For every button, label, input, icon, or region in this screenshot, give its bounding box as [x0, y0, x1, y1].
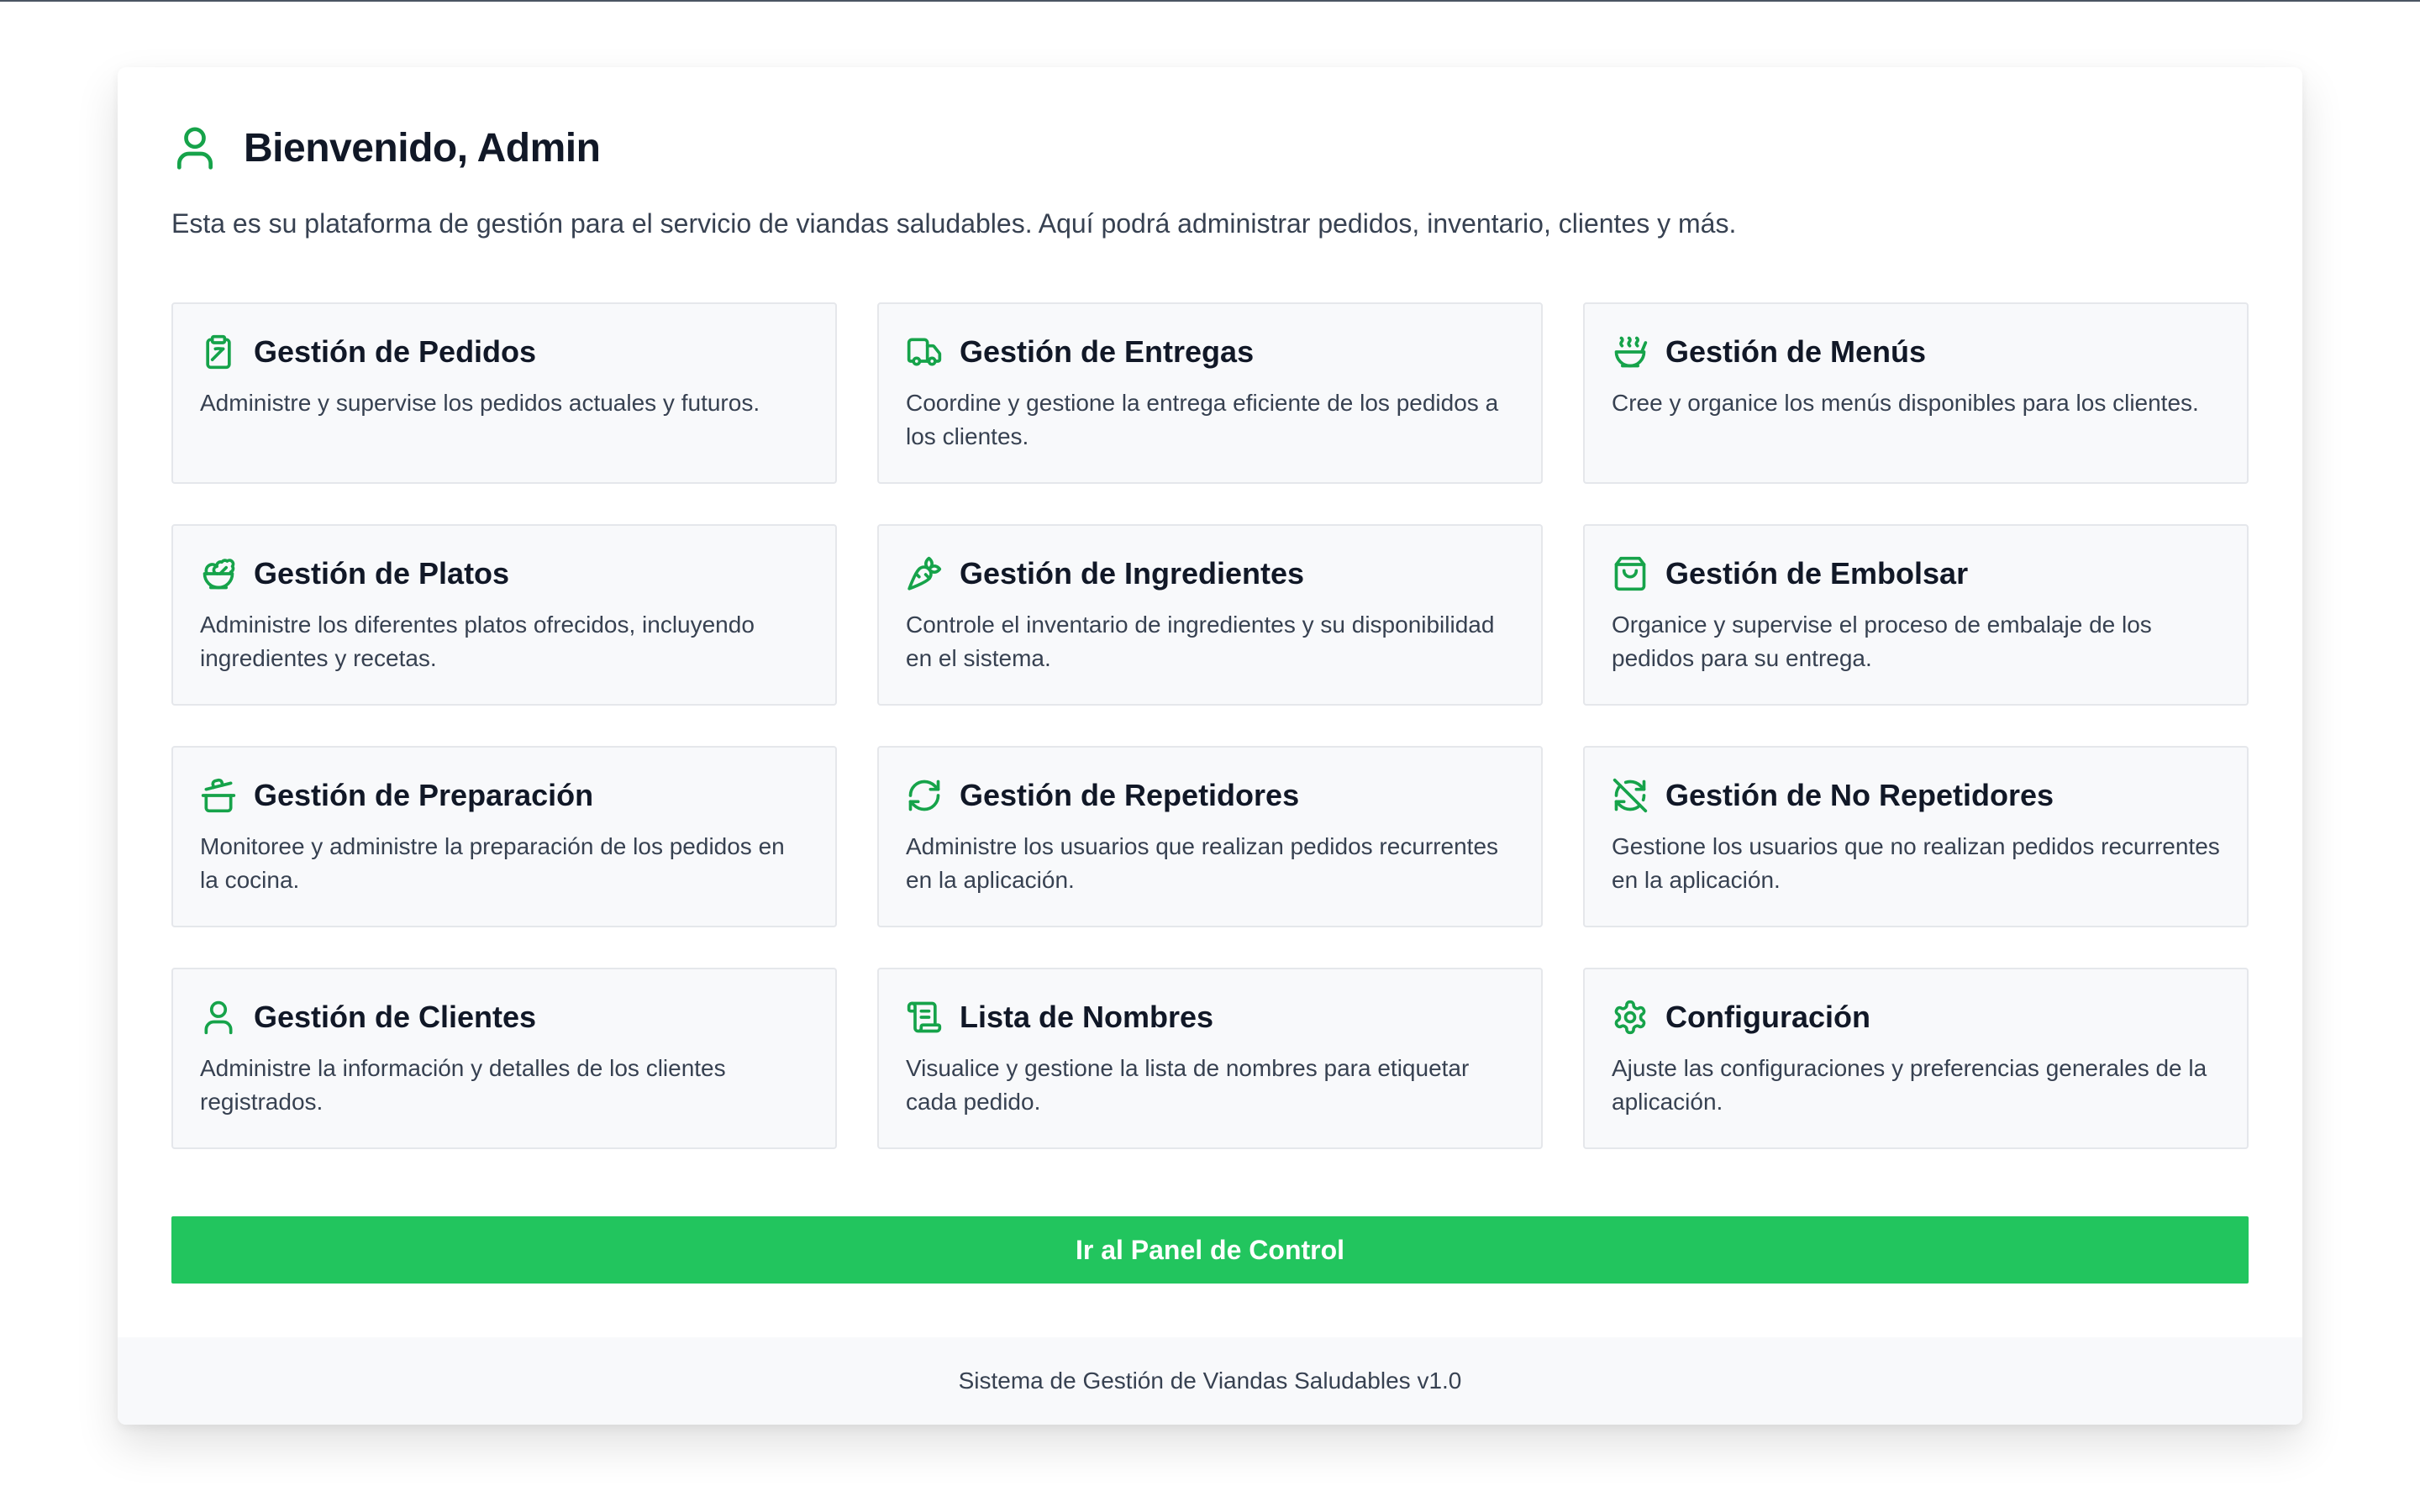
card-gestion-pedidos[interactable]: Gestión de Pedidos Administre y supervis…	[171, 302, 837, 484]
card-lista-nombres[interactable]: Lista de Nombres Visualice y gestione la…	[877, 968, 1543, 1149]
card-gestion-preparacion[interactable]: Gestión de Preparación Monitoree y admin…	[171, 746, 837, 927]
card-gestion-platos[interactable]: Gestión de Platos Administre los diferen…	[171, 524, 837, 706]
card-gestion-repetidores[interactable]: Gestión de Repetidores Administre los us…	[877, 746, 1543, 927]
intro-text: Esta es su plataforma de gestión para el…	[171, 208, 1737, 239]
card-description: Monitoree y administre la preparación de…	[200, 833, 785, 893]
card-title: Gestión de Repetidores	[960, 778, 1300, 812]
card-title: Gestión de Preparación	[254, 778, 594, 812]
card-title: Gestión de Clientes	[254, 1000, 537, 1034]
cooking-pot-icon	[200, 777, 237, 814]
user-icon	[171, 124, 218, 171]
card-header: Gestión de Repetidores	[906, 773, 1514, 818]
card-title: Gestión de Menús	[1665, 334, 1927, 369]
card-title: Configuración	[1665, 1000, 1870, 1034]
card-description: Organice y supervise el proceso de embal…	[1612, 612, 2152, 671]
card-description: Administre la información y detalles de …	[200, 1055, 726, 1115]
card-gestion-embolsar[interactable]: Gestión de Embolsar Organice y supervise…	[1583, 524, 2249, 706]
card-title: Gestión de Entregas	[960, 334, 1255, 369]
top-border	[0, 0, 2420, 2]
card-header: Gestión de Pedidos	[200, 329, 808, 375]
truck-icon	[906, 333, 943, 370]
card-header: Gestión de Clientes	[200, 995, 808, 1040]
refresh-off-icon	[1612, 777, 1649, 814]
card-title: Gestión de Embolsar	[1665, 556, 1969, 591]
card-header: Gestión de Ingredientes	[906, 551, 1514, 596]
card-configuracion[interactable]: Configuración Ajuste las configuraciones…	[1583, 968, 2249, 1149]
carrot-icon	[906, 555, 943, 592]
card-description: Visualice y gestione la lista de nombres…	[906, 1055, 1470, 1115]
card-description: Administre y supervise los pedidos actua…	[200, 390, 760, 416]
card-title: Gestión de Platos	[254, 556, 510, 591]
card-gestion-menus[interactable]: Gestión de Menús Cree y organice los men…	[1583, 302, 2249, 484]
soup-icon	[1612, 333, 1649, 370]
card-gestion-no-repetidores[interactable]: Gestión de No Repetidores Gestione los u…	[1583, 746, 2249, 927]
card-description: Ajuste las configuraciones y preferencia…	[1612, 1055, 2207, 1115]
module-grid: Gestión de Pedidos Administre y supervis…	[171, 302, 2249, 1149]
salad-icon	[200, 555, 237, 592]
shopping-bag-icon	[1612, 555, 1649, 592]
card-title: Gestión de Pedidos	[254, 334, 537, 369]
card-description: Administre los usuarios que realizan ped…	[906, 833, 1499, 893]
card-title: Lista de Nombres	[960, 1000, 1214, 1034]
card-description: Cree y organice los menús disponibles pa…	[1612, 390, 2199, 416]
card-title: Gestión de Ingredientes	[960, 556, 1305, 591]
refresh-icon	[906, 777, 943, 814]
page-title: Bienvenido, Admin	[244, 125, 601, 171]
card-header: Gestión de Platos	[200, 551, 808, 596]
footer: Sistema de Gestión de Viandas Saludables…	[118, 1337, 2302, 1425]
card-gestion-ingredientes[interactable]: Gestión de Ingredientes Controle el inve…	[877, 524, 1543, 706]
go-to-dashboard-button[interactable]: Ir al Panel de Control	[171, 1216, 2249, 1284]
card-header: Gestión de Entregas	[906, 329, 1514, 375]
card-header: Lista de Nombres	[906, 995, 1514, 1040]
scroll-text-icon	[906, 999, 943, 1036]
page-header: Bienvenido, Admin	[171, 116, 601, 180]
user-icon	[200, 999, 237, 1036]
card-gestion-clientes[interactable]: Gestión de Clientes Administre la inform…	[171, 968, 837, 1149]
card-header: Configuración	[1612, 995, 2220, 1040]
card-description: Administre los diferentes platos ofrecid…	[200, 612, 755, 671]
card-title: Gestión de No Repetidores	[1665, 778, 2054, 812]
card-header: Gestión de No Repetidores	[1612, 773, 2220, 818]
settings-icon	[1612, 999, 1649, 1036]
card-header: Gestión de Embolsar	[1612, 551, 2220, 596]
card-header: Gestión de Preparación	[200, 773, 808, 818]
card-description: Gestione los usuarios que no realizan pe…	[1612, 833, 2220, 893]
clipboard-icon	[200, 333, 237, 370]
card-description: Coordine y gestione la entrega eficiente…	[906, 390, 1499, 449]
card-header: Gestión de Menús	[1612, 329, 2220, 375]
card-description: Controle el inventario de ingredientes y…	[906, 612, 1495, 671]
card-gestion-entregas[interactable]: Gestión de Entregas Coordine y gestione …	[877, 302, 1543, 484]
footer-text: Sistema de Gestión de Viandas Saludables…	[958, 1368, 1462, 1394]
welcome-panel: Bienvenido, Admin Esta es su plataforma …	[118, 67, 2302, 1425]
